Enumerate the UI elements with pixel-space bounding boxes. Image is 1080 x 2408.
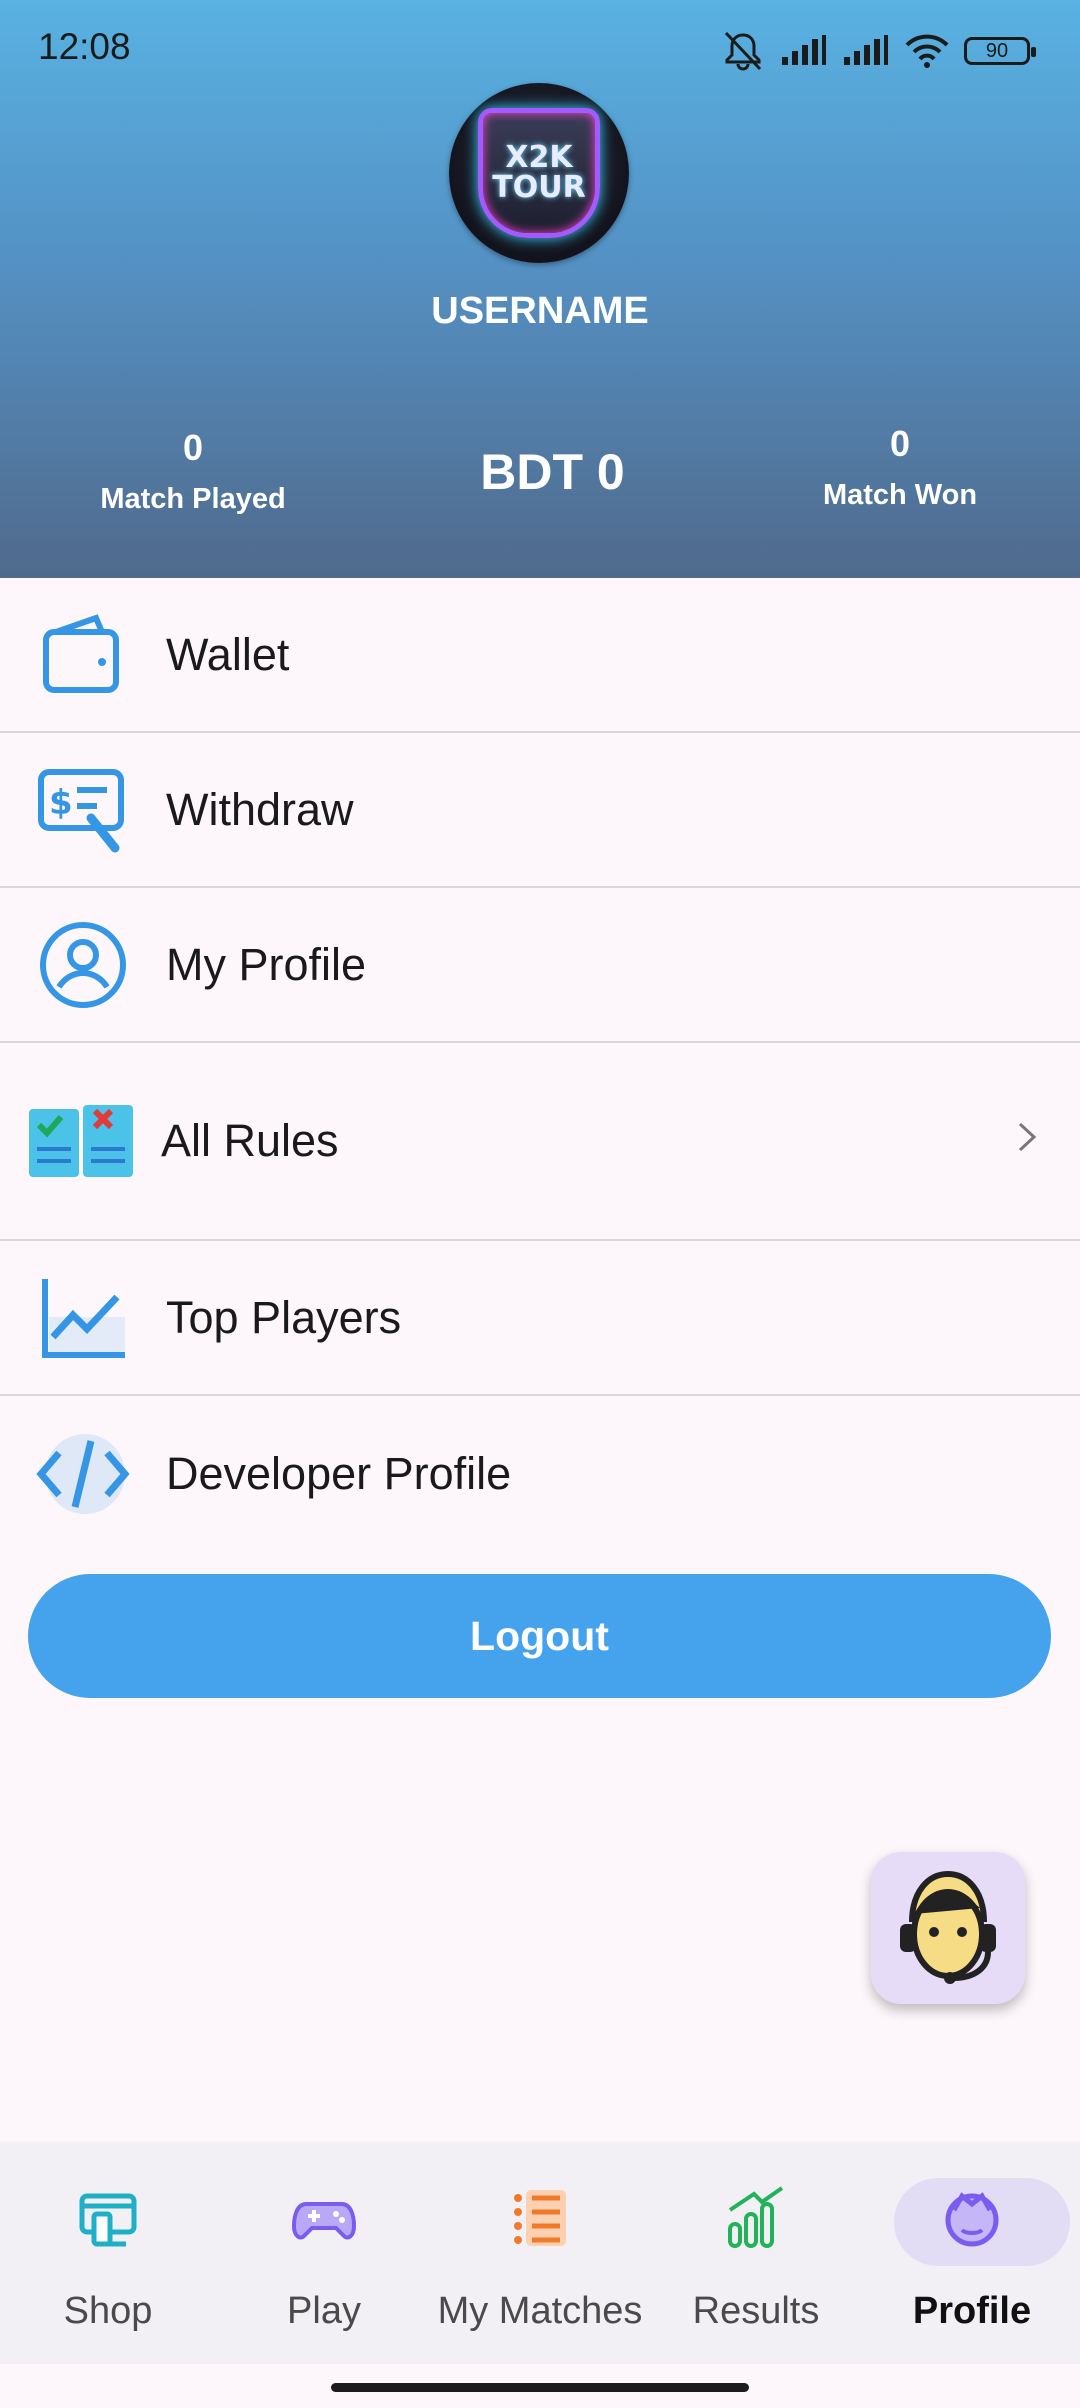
wallet-icon [28, 600, 138, 710]
logo-line-1: X2K [505, 140, 573, 175]
nav-my-matches[interactable]: My Matches [432, 2142, 648, 2364]
list-icon [514, 2190, 566, 2246]
bars-icon [728, 2186, 784, 2248]
nav-label-results: Results [692, 2290, 820, 2332]
logo-line-2: TOUR [492, 170, 586, 205]
menu-label-developer-profile: Developer Profile [166, 1447, 512, 1499]
home-indicator [331, 2383, 749, 2392]
nav-play[interactable]: Play [216, 2142, 432, 2364]
status-icons: 90 [720, 28, 1036, 74]
nav-label-profile: Profile [912, 2290, 1032, 2332]
code-icon [28, 1419, 138, 1529]
profile-header: 12:08 90 X2K TOUR USERNAME 0 Match Playe… [0, 0, 1080, 578]
nav-label-play: Play [287, 2290, 361, 2332]
status-time: 12:08 [38, 26, 131, 67]
battery-indicator: 90 [964, 37, 1036, 65]
username: USERNAME [431, 290, 649, 332]
chart-icon [28, 1263, 138, 1373]
nav-label-my-matches: My Matches [437, 2290, 643, 2332]
user-icon [28, 910, 138, 1020]
menu-item-my-profile[interactable]: My Profile [0, 888, 1080, 1043]
nav-profile[interactable]: Profile [864, 2142, 1080, 2364]
headset-agent-icon [900, 1870, 996, 1984]
match-won-value: 0 [889, 423, 911, 464]
menu-item-developer-profile[interactable]: Developer Profile [0, 1396, 1080, 1551]
nav-results[interactable]: Results [648, 2142, 864, 2364]
x2k-tour-logo: X2K TOUR [478, 108, 600, 238]
menu-label-all-rules: All Rules [161, 1115, 339, 1166]
rules-book-icon [26, 1086, 136, 1196]
avatar[interactable]: X2K TOUR [449, 83, 629, 263]
nav-label-shop: Shop [63, 2290, 153, 2332]
menu-label-withdraw: Withdraw [166, 783, 354, 835]
menu-label-wallet: Wallet [166, 628, 290, 680]
menu-item-all-rules[interactable]: All Rules [0, 1043, 1080, 1241]
shop-icon [79, 2193, 137, 2247]
nav-shop[interactable]: Shop [0, 2142, 216, 2364]
match-won-stat: 0 Match Won [775, 423, 1025, 512]
match-won-label: Match Won [822, 479, 978, 511]
logout-button[interactable]: Logout [28, 1574, 1051, 1698]
svg-text:$: $ [49, 783, 73, 823]
menu-label-my-profile: My Profile [166, 938, 367, 990]
gamepad-icon [292, 2202, 356, 2240]
menu-label-top-players: Top Players [166, 1291, 402, 1343]
wifi-icon [905, 34, 949, 68]
menu-item-wallet[interactable]: Wallet [0, 578, 1080, 733]
menu-item-top-players[interactable]: Top Players [0, 1241, 1080, 1396]
bottom-nav: Shop Play My Matches Results Profile [0, 2142, 1080, 2364]
chevron-right-icon [1016, 1119, 1040, 1164]
withdraw-icon: $ [28, 755, 138, 865]
signal-icon [782, 35, 826, 65]
menu-item-withdraw[interactable]: $ Withdraw [0, 733, 1080, 888]
support-agent-button[interactable] [871, 1852, 1025, 2004]
mute-icon [724, 31, 762, 71]
signal-icon [844, 35, 888, 65]
profile-icon [945, 2192, 999, 2247]
